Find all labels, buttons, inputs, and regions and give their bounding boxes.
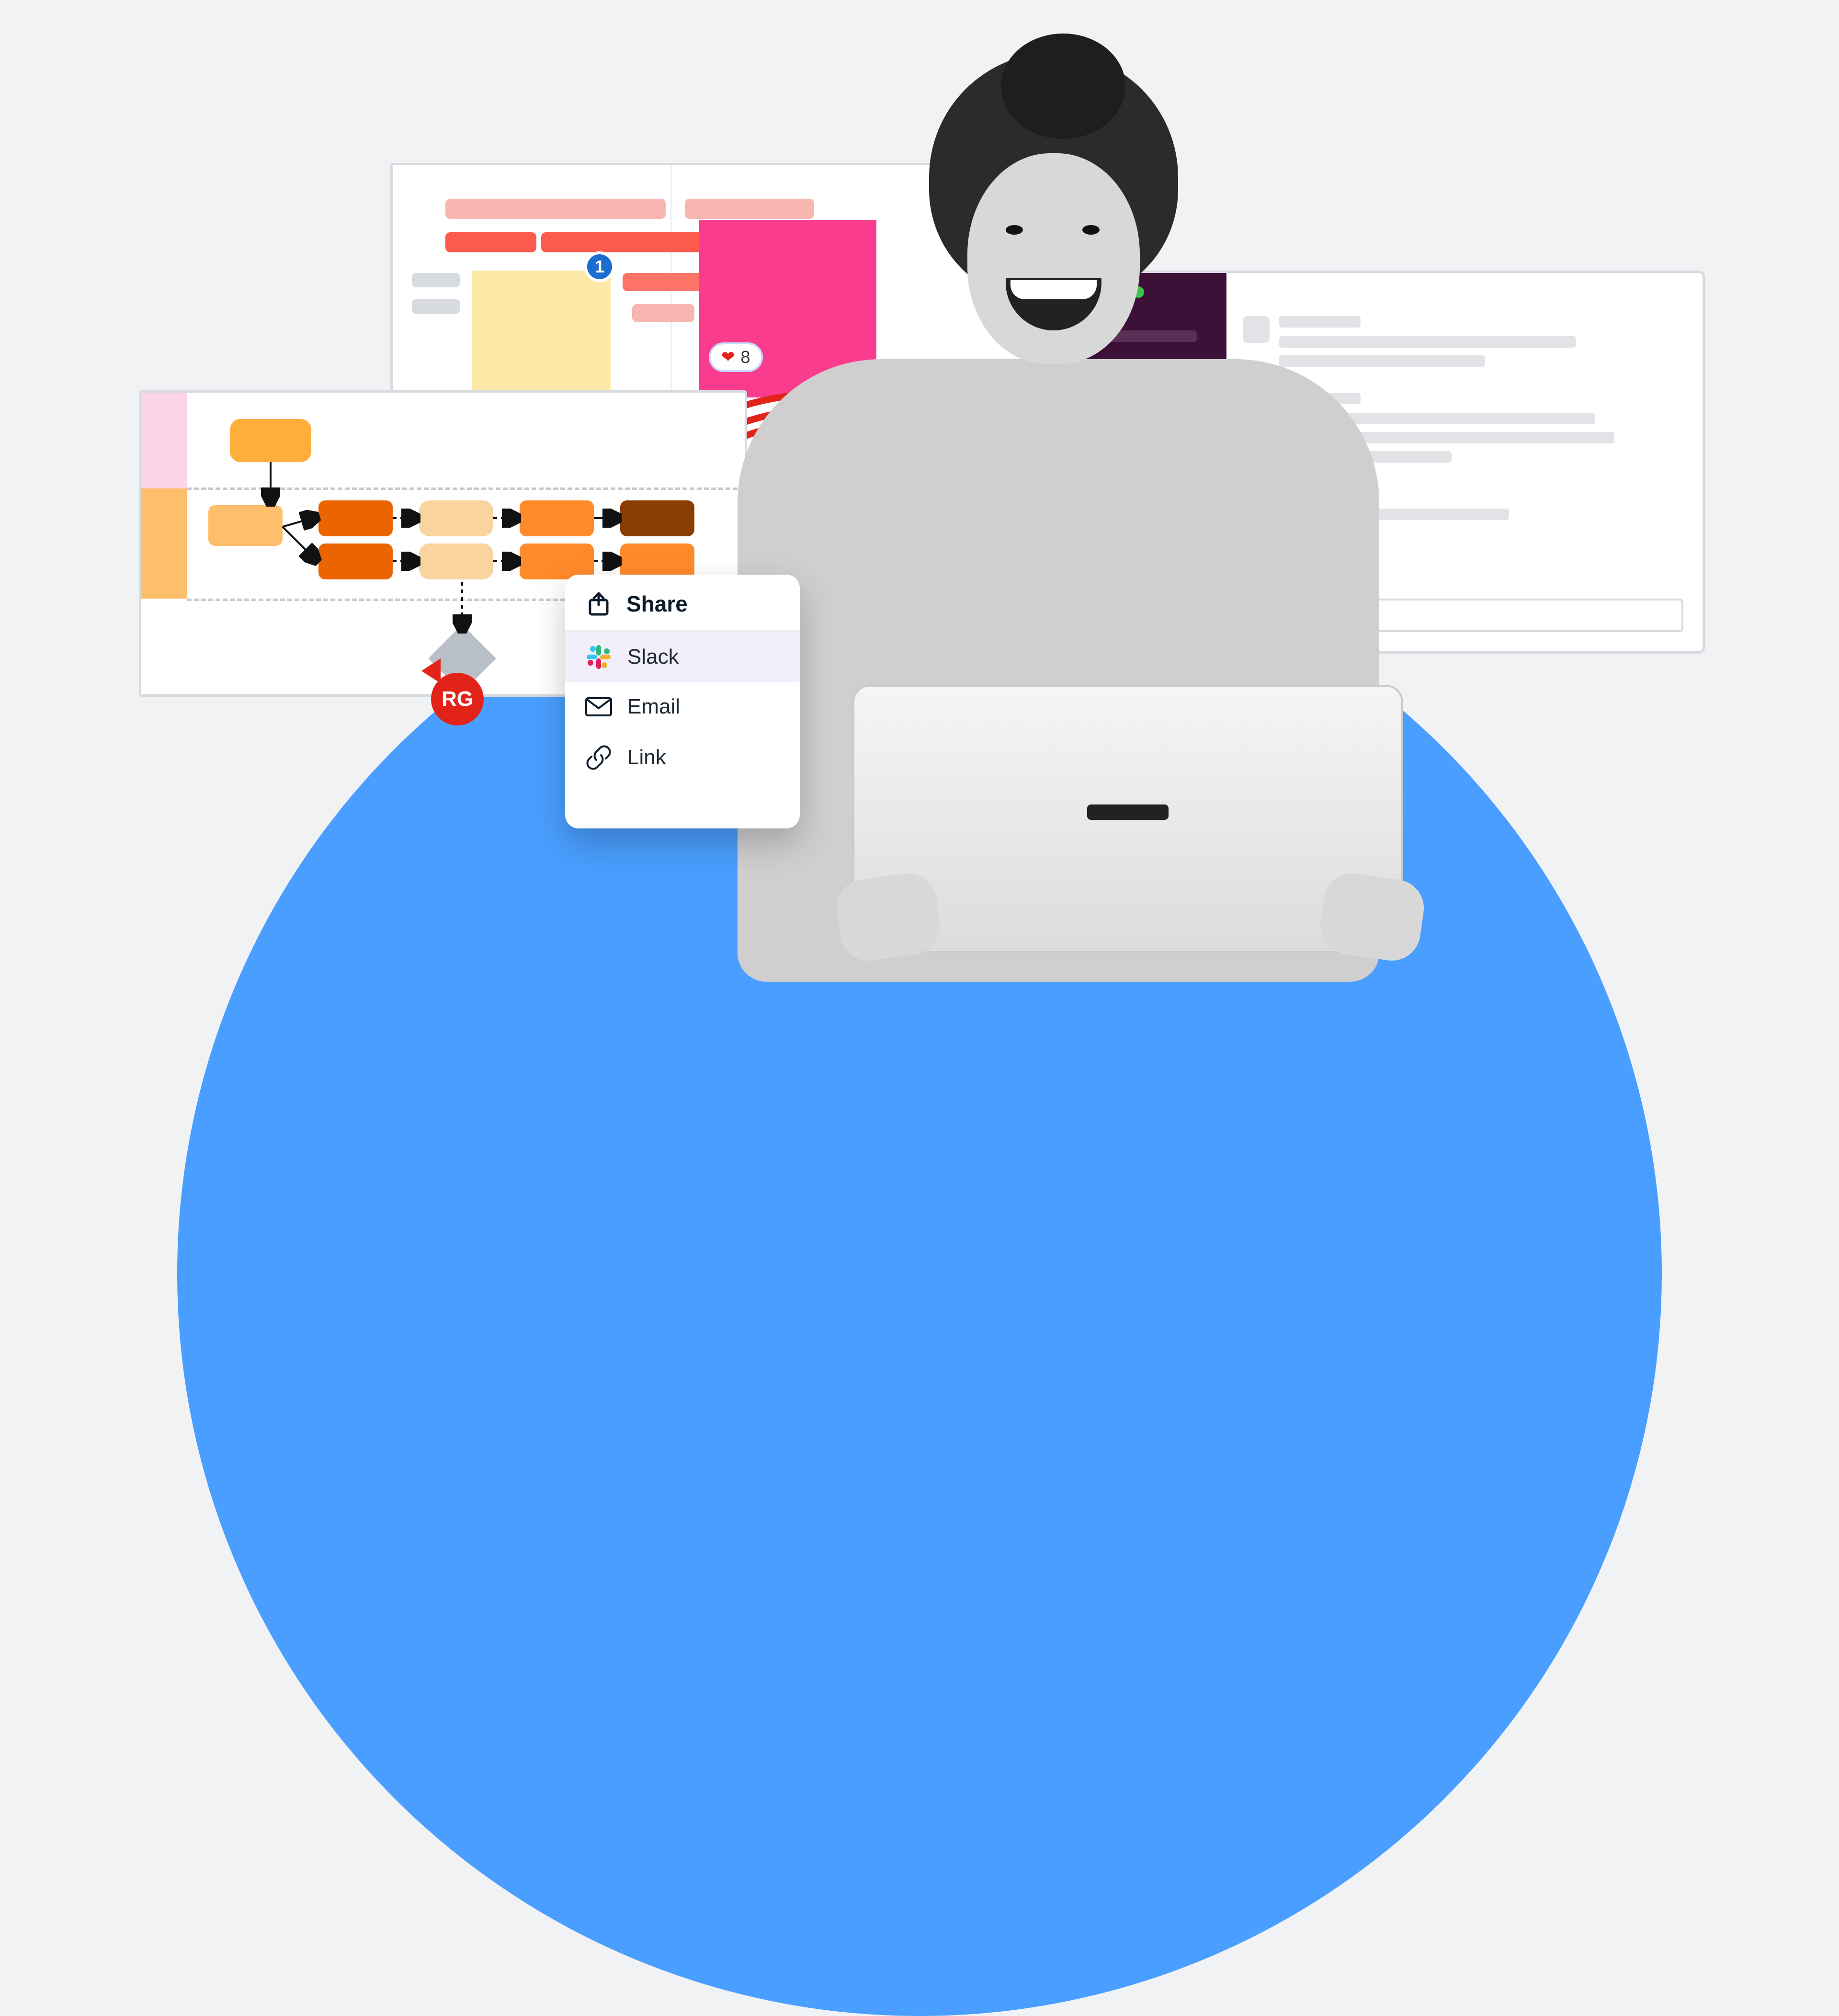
share-option-label: Email: [627, 695, 680, 719]
email-icon: [584, 697, 613, 717]
gantt-bar[interactable]: [445, 199, 666, 219]
share-option-slack[interactable]: Slack: [565, 632, 800, 682]
gantt-bar[interactable]: [412, 299, 460, 314]
collaborator-cursor-icon: [421, 658, 441, 683]
share-option-link[interactable]: Link: [565, 731, 800, 784]
share-title: Share: [626, 591, 688, 617]
collaborator-initials: RG: [442, 687, 473, 711]
slack-icon: [584, 644, 613, 670]
share-icon: [584, 591, 613, 616]
link-icon: [584, 744, 613, 771]
gantt-bar[interactable]: [412, 273, 460, 287]
share-popover: Share Slack Email: [565, 575, 800, 828]
share-option-email[interactable]: Email: [565, 682, 800, 731]
share-option-label: Slack: [627, 645, 679, 669]
collaborator-badge[interactable]: RG: [431, 673, 484, 725]
comment-count-badge[interactable]: 1: [584, 251, 615, 282]
sticky-note-yellow[interactable]: [472, 271, 611, 409]
gantt-bar[interactable]: [445, 232, 536, 252]
comment-count-value: 1: [595, 257, 604, 277]
person-illustration: [670, 53, 1532, 1034]
share-option-label: Link: [627, 746, 666, 770]
share-header: Share: [565, 575, 800, 632]
